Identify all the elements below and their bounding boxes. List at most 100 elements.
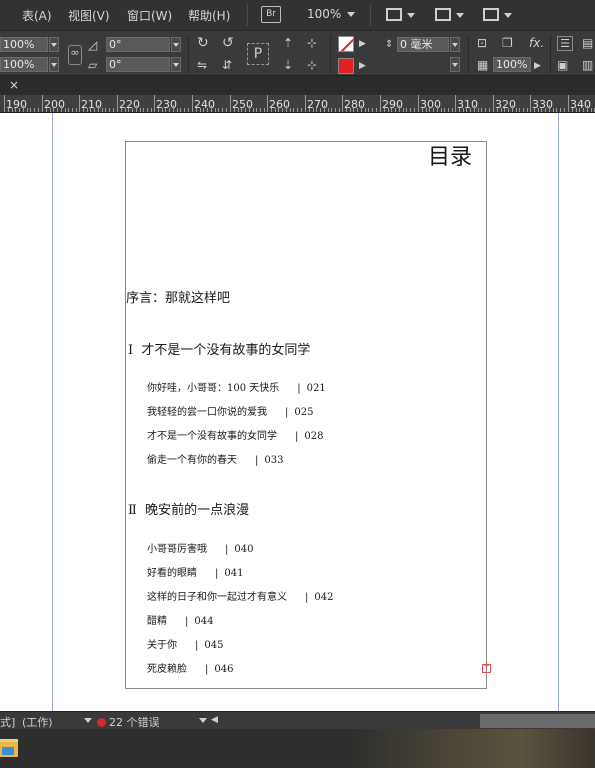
chapter-numeral: Ⅰ — [128, 343, 134, 358]
ruler-minor-tick — [180, 108, 181, 112]
ruler-minor-tick — [8, 108, 9, 112]
ruler-minor-tick — [388, 108, 389, 112]
ruler-minor-tick — [553, 108, 554, 112]
menu-view[interactable]: 视图(V) — [68, 7, 110, 24]
scroll-left-icon[interactable]: ◀ — [211, 715, 218, 725]
ruler-minor-tick — [184, 108, 185, 112]
ruler-minor-tick — [433, 108, 434, 112]
entry-separator: | — [185, 616, 189, 627]
ruler-minor-tick — [549, 105, 550, 112]
horizontal-ruler[interactable]: 190 200 210 220 230 240 250 260 270 280 290 300 310 3… — [0, 95, 595, 113]
select-next-icon[interactable]: ⊹ — [307, 58, 317, 72]
ruler-minor-tick — [15, 108, 16, 112]
ruler-minor-tick — [260, 108, 261, 112]
menu-table[interactable]: 表(A) — [22, 7, 52, 24]
rotate-angle-field[interactable]: 0° — [106, 37, 170, 52]
ruler-minor-tick — [564, 108, 565, 112]
rotate-cw-icon[interactable]: ↻ — [197, 36, 209, 50]
stroke-weight-field[interactable]: 0 毫米 — [397, 37, 449, 52]
wrap-around-icon[interactable]: ▣ — [557, 58, 568, 72]
overset-text-port-icon[interactable] — [482, 661, 491, 673]
paragraph-icon[interactable]: P — [247, 43, 269, 65]
opacity-arrow-icon[interactable]: ▶ — [534, 59, 541, 73]
ruler-minor-tick — [384, 108, 385, 112]
ruler-minor-tick — [203, 108, 204, 112]
file-explorer-icon[interactable] — [0, 739, 18, 757]
rotate-angle-dropdown[interactable] — [171, 37, 181, 52]
view-options-icon[interactable] — [386, 8, 402, 21]
stroke-weight-stepper-icon[interactable]: ⇕ — [385, 38, 393, 52]
ruler-minor-tick — [264, 108, 265, 112]
entry-title: 你好哇，小哥哥：100 天快乐 — [147, 383, 280, 394]
ruler-major-tick — [530, 95, 531, 112]
select-container-icon[interactable]: ⇡ — [283, 36, 293, 50]
chevron-down-icon[interactable] — [407, 13, 415, 18]
scale-y-field[interactable]: 100% — [0, 57, 48, 72]
fill-swatch[interactable] — [338, 36, 354, 52]
entry-title: 这样的日子和你一起过才有意义 — [147, 592, 287, 603]
ruler-minor-tick — [215, 108, 216, 112]
scale-x-field[interactable]: 100% — [0, 37, 48, 52]
chevron-down-icon[interactable] — [199, 718, 207, 723]
ruler-minor-tick — [23, 105, 24, 112]
shear-angle-field[interactable]: 0° — [106, 57, 170, 72]
shear-angle-dropdown[interactable] — [171, 57, 181, 72]
stroke-swatch[interactable] — [338, 58, 354, 74]
zoom-level-dropdown[interactable]: 100% — [307, 7, 356, 21]
ruler-minor-tick — [177, 108, 178, 112]
flip-horizontal-icon[interactable]: ⇋ — [197, 58, 207, 72]
scale-y-dropdown[interactable] — [49, 57, 59, 72]
rotate-ccw-icon[interactable]: ↺ — [222, 36, 234, 50]
ruler-minor-tick — [353, 108, 354, 112]
arrange-documents-icon[interactable] — [483, 8, 499, 21]
stroke-weight-dropdown[interactable] — [450, 37, 460, 52]
horizontal-scrollbar[interactable] — [480, 714, 595, 728]
effects-button[interactable]: fx. — [529, 36, 544, 50]
ruler-minor-tick — [125, 108, 126, 112]
document-tab-strip: × — [0, 76, 595, 95]
opacity-field[interactable]: 100% — [493, 57, 531, 72]
ruler-minor-tick — [309, 108, 310, 112]
ruler-minor-tick — [238, 108, 239, 112]
ruler-major-tick — [117, 95, 118, 112]
corner-options-icon[interactable]: ⊡ — [477, 36, 487, 50]
constrain-proportions-icon[interactable]: ∞ — [68, 45, 82, 65]
select-content-icon[interactable]: ⇣ — [283, 58, 293, 72]
entry-separator: | — [297, 383, 301, 394]
preflight-errors[interactable]: 22 个错误 — [97, 714, 160, 730]
screen-mode-icon[interactable] — [435, 8, 451, 21]
wrap-bounding-icon[interactable]: ▤ — [582, 36, 593, 50]
ruler-minor-tick — [50, 108, 51, 112]
ruler-minor-tick — [331, 108, 332, 112]
ruler-major-tick — [79, 95, 80, 112]
ruler-minor-tick — [207, 108, 208, 112]
wrap-shape-icon[interactable]: ▥ — [582, 58, 593, 72]
chevron-down-icon[interactable] — [456, 13, 464, 18]
text-wrap-icon[interactable]: ☰ — [557, 36, 573, 51]
fill-arrow-icon[interactable]: ▶ — [359, 37, 366, 51]
ruler-minor-tick — [395, 108, 396, 112]
stroke-arrow-icon[interactable]: ▶ — [359, 59, 366, 73]
select-previous-icon[interactable]: ⊹ — [307, 36, 317, 50]
chevron-down-icon[interactable] — [84, 718, 92, 723]
error-dot-icon — [97, 718, 106, 727]
bridge-button[interactable]: Br — [261, 6, 281, 23]
close-icon[interactable]: × — [9, 78, 19, 92]
ruler-minor-tick — [497, 108, 498, 112]
ruler-minor-tick — [169, 108, 170, 112]
ruler-minor-tick — [403, 108, 404, 112]
flip-vertical-icon[interactable]: ⇵ — [222, 58, 232, 72]
ruler-minor-tick — [301, 108, 302, 112]
menu-help[interactable]: 帮助(H) — [188, 7, 230, 24]
entry-separator: | — [215, 568, 219, 579]
menu-window[interactable]: 窗口(W) — [127, 7, 172, 24]
menu-separator — [370, 4, 371, 26]
chevron-down-icon[interactable] — [504, 13, 512, 18]
toc-entry: 偷走一个有你的春天 | 033 — [147, 451, 283, 466]
drop-shadow-icon[interactable]: ❐ — [502, 36, 513, 50]
ruler-minor-tick — [98, 105, 99, 112]
preflight-profile[interactable]: (工作) — [22, 714, 53, 730]
scale-x-dropdown[interactable] — [49, 37, 59, 52]
ruler-minor-tick — [452, 108, 453, 112]
stroke-type-dropdown[interactable] — [450, 57, 460, 72]
